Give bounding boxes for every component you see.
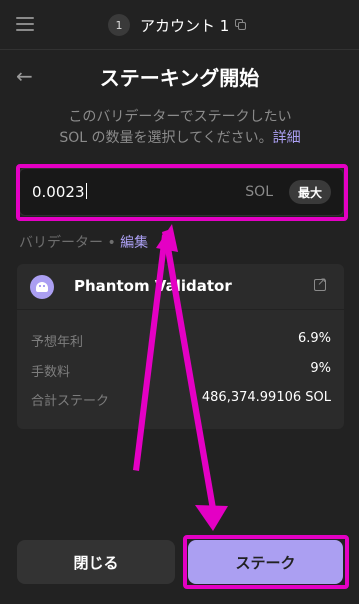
subtitle-line-2: SOL の数量を選択してください。	[59, 130, 273, 146]
account-name: アカウント 1	[140, 16, 230, 35]
annotation-box-stake	[183, 535, 349, 589]
validator-card-header: Phantom Validator	[17, 264, 344, 310]
edit-validator-link[interactable]: 編集	[120, 235, 148, 251]
validator-label: バリデーター •	[19, 235, 121, 251]
close-button[interactable]: 閉じる	[17, 540, 175, 584]
account-number-badge: 1	[108, 14, 130, 36]
top-bar: 1 アカウント 1	[0, 0, 359, 50]
details-link[interactable]: 詳細	[273, 130, 301, 146]
stat-label: 予想年利	[31, 335, 84, 350]
subtitle-line-1: このバリデーターでステークしたい	[68, 109, 292, 125]
copy-icon[interactable]	[235, 19, 247, 31]
stat-row: 予想年利 6.9%	[31, 331, 331, 350]
stat-label: 合計ステーク	[31, 394, 110, 409]
stat-row: 手数料 9%	[31, 361, 331, 380]
external-link-icon[interactable]	[314, 275, 326, 291]
page-title: ステーキング開始	[99, 66, 260, 90]
subtitle: このバリデーターでステークしたい SOL の数量を選択してください。詳細	[30, 107, 330, 149]
stat-value: 486,374.99106 SOL	[201, 390, 331, 405]
validator-card: Phantom Validator 予想年利 6.9% 手数料 9% 合計ステー…	[17, 264, 344, 429]
menu-icon[interactable]	[16, 17, 34, 31]
stat-label: 手数料	[31, 365, 71, 380]
annotation-arrowhead-down	[195, 505, 228, 531]
stat-row: 合計ステーク 486,374.99106 SOL	[31, 390, 331, 409]
annotation-box-amount	[16, 164, 348, 221]
annotation-arrowhead-up	[156, 224, 178, 252]
validator-name: Phantom Validator	[74, 277, 232, 295]
account-switcher[interactable]: 1 アカウント 1	[108, 13, 247, 37]
phantom-logo-icon	[30, 275, 54, 299]
stat-value: 6.9%	[297, 331, 331, 346]
validator-label-row: バリデーター • 編集	[19, 232, 148, 252]
stat-value: 9%	[310, 361, 331, 376]
